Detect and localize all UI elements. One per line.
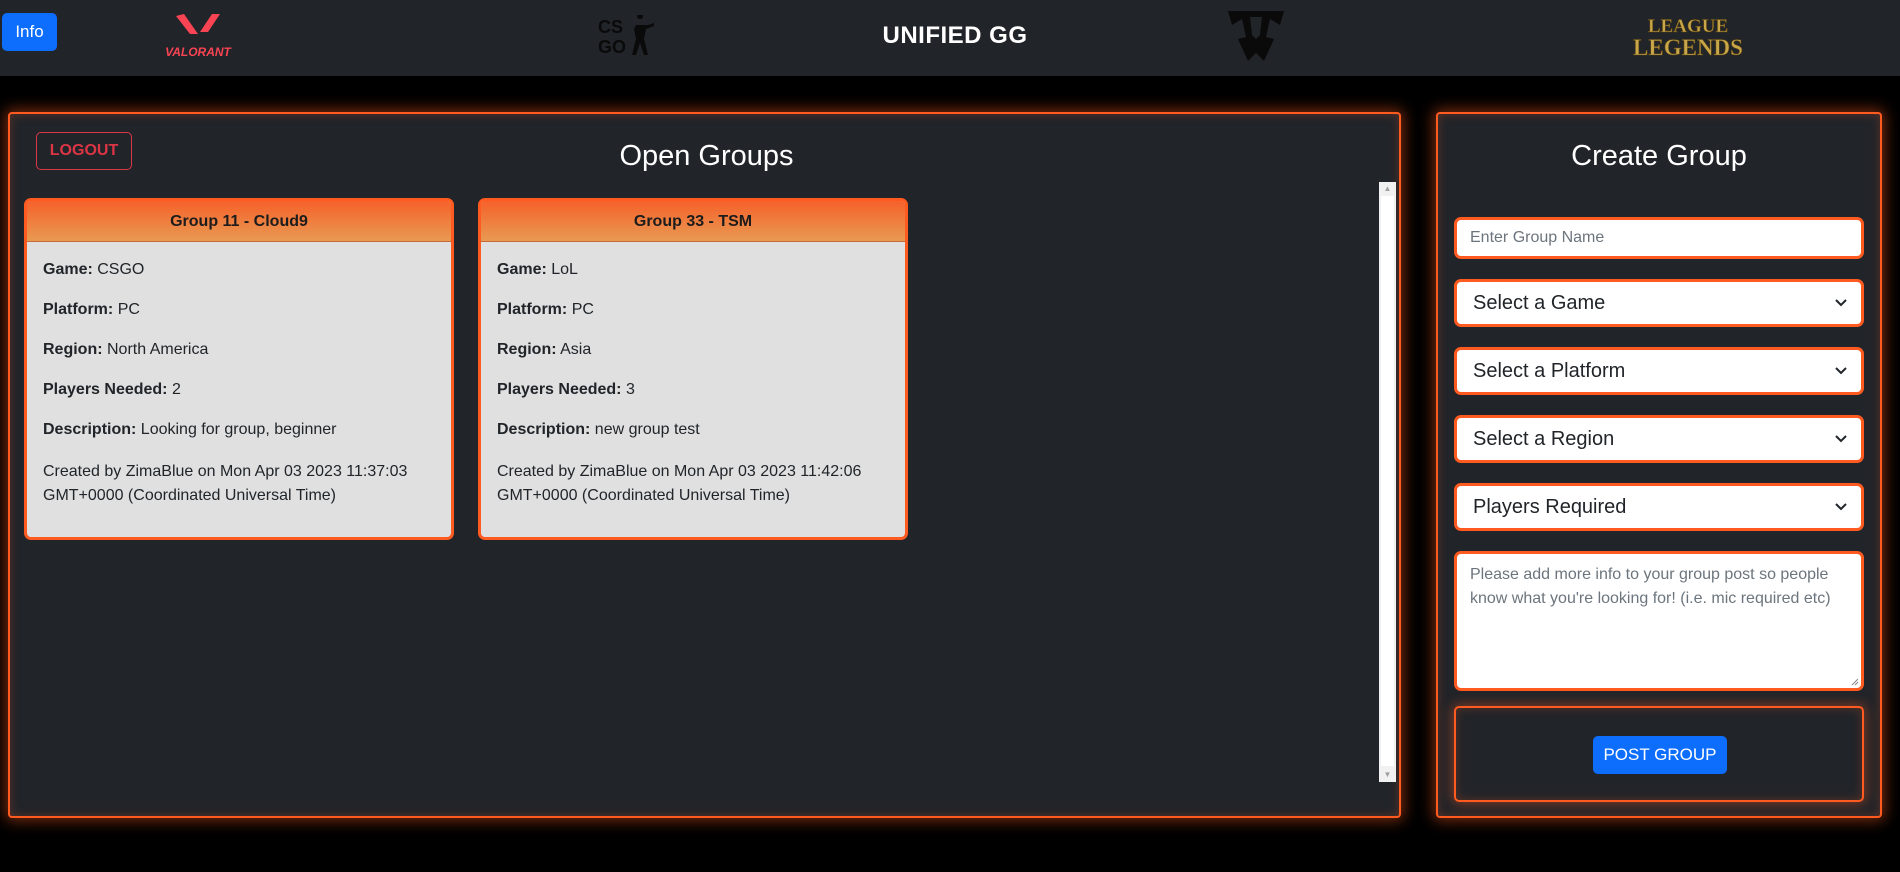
scroll-thumb[interactable]: [1381, 196, 1394, 766]
lol-wordmark-bottom: LEGENDS: [1633, 35, 1743, 59]
players-value: 2: [171, 381, 181, 398]
group-created-info: Created by ZimaBlue on Mon Apr 03 2023 1…: [43, 463, 408, 504]
description-label: Description:: [43, 421, 137, 438]
brand-title: UNIFIED GG: [882, 22, 1028, 49]
description-value: Looking for group, beginner: [140, 421, 337, 438]
region-select-value: Select a Region: [1473, 428, 1615, 450]
group-card-header: Group 11 - Cloud9: [27, 201, 451, 242]
csgo-logo[interactable]: CS GO: [596, 15, 660, 57]
valorant-logo[interactable]: VALORANT: [162, 12, 234, 60]
group-card-header: Group 33 - TSM: [481, 201, 905, 242]
create-group-title: Create Group: [1571, 140, 1747, 172]
group-players-needed: Players Needed: 3: [497, 380, 889, 420]
region-label: Region:: [497, 341, 557, 358]
group-platform: Platform: PC: [497, 300, 889, 340]
chevron-down-icon: [1835, 435, 1847, 443]
region-value: Asia: [560, 341, 592, 358]
description-label: Description:: [497, 421, 591, 438]
chevron-down-icon: [1835, 367, 1847, 375]
info-button[interactable]: Info: [2, 13, 57, 51]
platform-value: PC: [571, 301, 594, 318]
players-required-select[interactable]: Players Required: [1454, 483, 1864, 531]
game-label: Game:: [497, 261, 547, 278]
game-label: Game:: [43, 261, 93, 278]
top-navbar: Info VALORANT CS GO UNIFIED GG LEAGUE LE…: [0, 0, 1900, 76]
group-card[interactable]: Group 11 - Cloud9 Game: CSGO Platform: P…: [24, 198, 454, 540]
group-game: Game: LoL: [497, 260, 889, 300]
players-select-value: Players Required: [1473, 496, 1627, 518]
post-group-container: POST GROUP: [1454, 706, 1864, 802]
players-value: 3: [625, 381, 635, 398]
group-card-body: Game: LoL Platform: PC Region: Asia Play…: [481, 242, 905, 508]
game-select-value: Select a Game: [1473, 292, 1606, 314]
platform-select-value: Select a Platform: [1473, 360, 1626, 382]
group-platform: Platform: PC: [43, 300, 435, 340]
region-label: Region:: [43, 341, 103, 358]
csgo-wordmark-bottom: GO: [598, 37, 626, 57]
group-created-info: Created by ZimaBlue on Mon Apr 03 2023 1…: [497, 463, 862, 504]
chevron-down-icon: [1835, 299, 1847, 307]
group-description: Description: new group test: [497, 420, 889, 460]
post-group-button[interactable]: POST GROUP: [1593, 736, 1727, 774]
group-card-body: Game: CSGO Platform: PC Region: North Am…: [27, 242, 451, 508]
group-name-input[interactable]: Enter Group Name: [1454, 217, 1864, 259]
chevron-down-icon: [1835, 503, 1847, 511]
scroll-up-arrow-icon[interactable]: ▲: [1379, 182, 1396, 196]
platform-label: Platform:: [497, 301, 568, 318]
game-select[interactable]: Select a Game: [1454, 279, 1864, 327]
group-players-needed: Players Needed: 2: [43, 380, 435, 420]
groups-scrollbar[interactable]: ▲ ▼: [1379, 182, 1396, 782]
group-description: Description: Looking for group, beginner: [43, 420, 435, 460]
group-card[interactable]: Group 33 - TSM Game: LoL Platform: PC Re…: [478, 198, 908, 540]
group-game: Game: CSGO: [43, 260, 435, 300]
lol-wordmark-top: LEAGUE: [1648, 16, 1728, 37]
platform-value: PC: [117, 301, 140, 318]
region-select[interactable]: Select a Region: [1454, 415, 1864, 463]
platform-label: Platform:: [43, 301, 114, 318]
scroll-down-arrow-icon[interactable]: ▼: [1379, 768, 1396, 782]
description-value: new group test: [594, 421, 700, 438]
resize-grip-icon[interactable]: [1849, 676, 1859, 686]
open-groups-title: Open Groups: [619, 140, 794, 172]
game-value: CSGO: [97, 261, 145, 278]
game-value: LoL: [551, 261, 578, 278]
players-label: Players Needed:: [43, 381, 168, 398]
open-groups-panel: LOGOUT Open Groups Group 11 - Cloud9 Gam…: [8, 112, 1401, 818]
players-label: Players Needed:: [497, 381, 622, 398]
create-group-panel: Create Group Enter Group Name Select a G…: [1436, 112, 1882, 818]
platform-select[interactable]: Select a Platform: [1454, 347, 1864, 395]
group-region: Region: Asia: [497, 340, 889, 380]
league-of-legends-logo[interactable]: LEAGUE LEGENDS: [1624, 13, 1752, 59]
destiny-logo[interactable]: [1226, 9, 1286, 63]
valorant-wordmark: VALORANT: [165, 45, 232, 59]
group-description-textarea[interactable]: Please add more info to your group post …: [1454, 551, 1864, 691]
description-placeholder: Please add more info to your group post …: [1470, 566, 1831, 607]
csgo-wordmark-top: CS: [598, 17, 623, 37]
region-value: North America: [107, 341, 209, 358]
group-region: Region: North America: [43, 340, 435, 380]
